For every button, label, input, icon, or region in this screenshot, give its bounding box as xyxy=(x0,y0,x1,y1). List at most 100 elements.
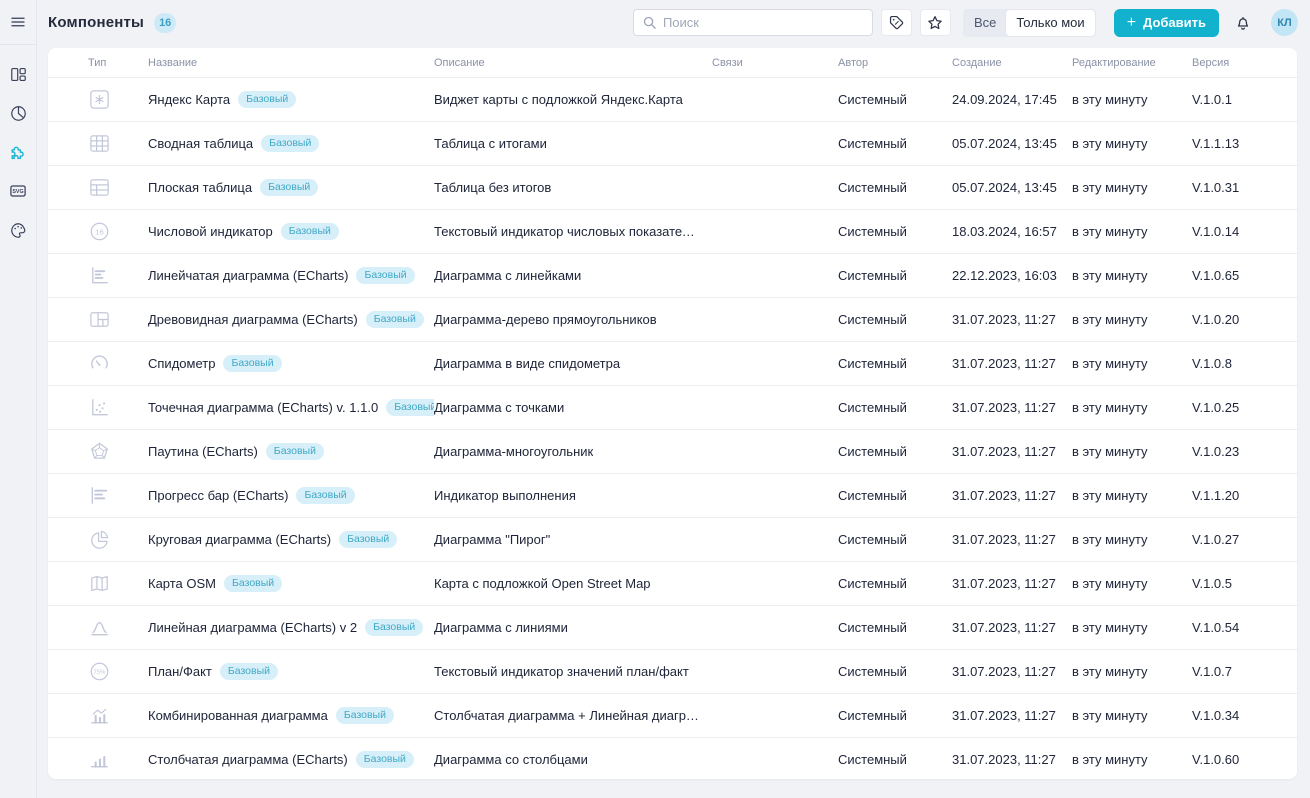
tags-filter-button[interactable] xyxy=(881,9,912,36)
table-row[interactable]: Комбинированная диаграммаБазовыйСтолбчат… xyxy=(48,694,1297,738)
user-avatar[interactable]: КЛ xyxy=(1271,9,1298,36)
base-type-badge: Базовый xyxy=(366,311,424,328)
svg-text:16: 16 xyxy=(95,227,104,236)
component-description: Диаграмма с линиями xyxy=(434,620,712,635)
component-edited: в эту минуту xyxy=(1072,532,1192,547)
component-name: Яндекс Карта xyxy=(148,92,230,107)
search-input[interactable] xyxy=(663,15,864,30)
table-row[interactable]: 75% План/ФактБазовыйТекстовый индикатор з… xyxy=(48,650,1297,694)
table-row[interactable]: Прогресс бар (ECharts)БазовыйИндикатор в… xyxy=(48,474,1297,518)
table-row[interactable]: Столбчатая диаграмма (ECharts)БазовыйДиа… xyxy=(48,738,1297,779)
component-description: Индикатор выполнения xyxy=(434,488,712,503)
component-author: Системный xyxy=(838,268,952,283)
component-edited: в эту минуту xyxy=(1072,664,1192,679)
component-name-cell: Круговая диаграмма (ECharts)Базовый xyxy=(148,531,434,548)
component-created: 31.07.2023, 11:27 xyxy=(952,312,1072,327)
component-name-cell: План/ФактБазовый xyxy=(148,663,434,680)
component-created: 31.07.2023, 11:27 xyxy=(952,620,1072,635)
table-row[interactable]: Паутина (ECharts)БазовыйДиаграмма-многоу… xyxy=(48,430,1297,474)
component-type-cell: 16 xyxy=(88,220,148,243)
component-name-cell: Точечная диаграмма (ECharts) v. 1.1.0Баз… xyxy=(148,399,434,416)
components-count-badge: 16 xyxy=(154,13,176,33)
component-name: Круговая диаграмма (ECharts) xyxy=(148,532,331,547)
component-edited: в эту минуту xyxy=(1072,576,1192,591)
page-title: Компоненты xyxy=(48,14,144,31)
component-name: Паутина (ECharts) xyxy=(148,444,258,459)
favorites-filter-button[interactable] xyxy=(920,9,951,36)
component-edited: в эту минуту xyxy=(1072,488,1192,503)
component-name: Столбчатая диаграмма (ECharts) xyxy=(148,752,348,767)
table-row[interactable]: СпидометрБазовыйДиаграмма в виде спидоме… xyxy=(48,342,1297,386)
map-asterisk-icon xyxy=(88,88,111,111)
sidebar-item-palette[interactable] xyxy=(5,217,31,243)
sidebar-item-svg-badge[interactable]: SVG xyxy=(5,178,31,204)
component-type-cell xyxy=(88,440,148,463)
bar-horizontal-icon xyxy=(88,264,111,287)
base-type-badge: Базовый xyxy=(224,575,282,592)
component-version: V.1.0.54 xyxy=(1192,620,1297,635)
column-header: Название xyxy=(148,57,434,69)
component-version: V.1.1.20 xyxy=(1192,488,1297,503)
table-row[interactable]: Сводная таблицаБазовыйТаблица с итогамиС… xyxy=(48,122,1297,166)
sidebar-item-puzzle[interactable] xyxy=(5,139,31,165)
component-edited: в эту минуту xyxy=(1072,400,1192,415)
sidebar-item-layout-grid[interactable] xyxy=(5,61,31,87)
component-description: Карта с подложкой Open Street Map xyxy=(434,576,712,591)
component-edited: в эту минуту xyxy=(1072,180,1192,195)
component-name: Точечная диаграмма (ECharts) v. 1.1.0 xyxy=(148,400,378,415)
component-name: Комбинированная диаграмма xyxy=(148,708,328,723)
table-row[interactable]: Линейчатая диаграмма (ECharts)БазовыйДиа… xyxy=(48,254,1297,298)
table-row[interactable]: Древовидная диаграмма (ECharts)БазовыйДи… xyxy=(48,298,1297,342)
add-component-button[interactable]: + Добавить xyxy=(1114,9,1219,37)
table-row[interactable]: Карта OSMБазовыйКарта с подложкой Open S… xyxy=(48,562,1297,606)
percent-circle-icon: 75% xyxy=(88,660,111,683)
components-table-card: ТипНазваниеОписаниеСвязиАвторСозданиеРед… xyxy=(48,48,1297,779)
component-author: Системный xyxy=(838,708,952,723)
component-name: Спидометр xyxy=(148,356,215,371)
base-type-badge: Базовый xyxy=(365,619,423,636)
toggle-all-option[interactable]: Все xyxy=(964,10,1006,36)
base-type-badge: Базовый xyxy=(356,751,414,768)
column-header: Описание xyxy=(434,57,712,69)
component-name-cell: Комбинированная диаграммаБазовый xyxy=(148,707,434,724)
bar-vertical-icon xyxy=(88,748,111,771)
base-type-badge: Базовый xyxy=(356,267,414,284)
sidebar-item-pie-chart[interactable] xyxy=(5,100,31,126)
table-row[interactable]: Круговая диаграмма (ECharts)БазовыйДиагр… xyxy=(48,518,1297,562)
component-version: V.1.0.34 xyxy=(1192,708,1297,723)
table-row[interactable]: Линейная диаграмма (ECharts) v 2БазовыйД… xyxy=(48,606,1297,650)
component-version: V.1.0.1 xyxy=(1192,92,1297,107)
component-author: Системный xyxy=(838,488,952,503)
pie-chart-icon xyxy=(9,104,28,123)
search-box xyxy=(633,9,873,36)
menu-hamburger-icon[interactable] xyxy=(4,8,32,36)
component-created: 31.07.2023, 11:27 xyxy=(952,708,1072,723)
tag-icon xyxy=(888,14,905,31)
component-created: 31.07.2023, 11:27 xyxy=(952,532,1072,547)
component-created: 05.07.2024, 13:45 xyxy=(952,136,1072,151)
component-description: Текстовый индикатор числовых показателей xyxy=(434,224,712,239)
column-header: Тип xyxy=(88,57,148,69)
notifications-button[interactable] xyxy=(1229,9,1257,37)
table-row[interactable]: Яндекс КартаБазовыйВиджет карты с подлож… xyxy=(48,78,1297,122)
table-row[interactable]: 16Числовой индикаторБазовыйТекстовый инд… xyxy=(48,210,1297,254)
component-edited: в эту минуту xyxy=(1072,312,1192,327)
component-author: Системный xyxy=(838,356,952,371)
component-description: Столбчатая диаграмма + Линейная диаграмм… xyxy=(434,708,712,723)
pie-slice-icon xyxy=(88,528,111,551)
puzzle-icon xyxy=(8,142,28,162)
table-row[interactable]: Точечная диаграмма (ECharts) v. 1.1.0Баз… xyxy=(48,386,1297,430)
component-edited: в эту минуту xyxy=(1072,268,1192,283)
star-icon xyxy=(926,14,944,32)
plus-icon: + xyxy=(1127,15,1136,31)
component-description: Текстовый индикатор значений план/факт xyxy=(434,664,712,679)
component-type-cell xyxy=(88,132,148,155)
component-created: 31.07.2023, 11:27 xyxy=(952,752,1072,767)
component-version: V.1.0.23 xyxy=(1192,444,1297,459)
sidebar: SVG xyxy=(0,0,37,798)
component-type-cell xyxy=(88,308,148,331)
toggle-only-mine-option[interactable]: Только мои xyxy=(1006,10,1094,36)
component-name-cell: Прогресс бар (ECharts)Базовый xyxy=(148,487,434,504)
table-row[interactable]: Плоская таблицаБазовыйТаблица без итогов… xyxy=(48,166,1297,210)
component-name-cell: Плоская таблицаБазовый xyxy=(148,179,434,196)
